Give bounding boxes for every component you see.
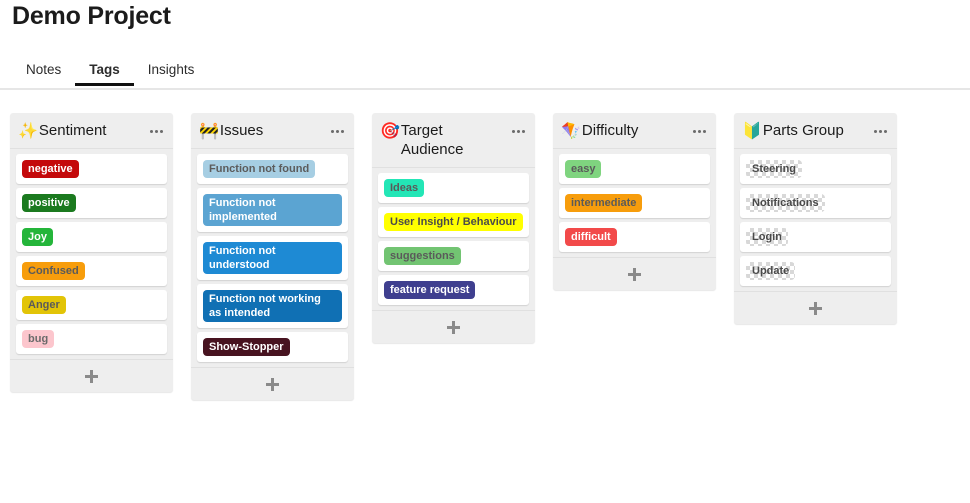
tag-row[interactable]: Function not understood <box>197 236 348 280</box>
tag-row[interactable]: Confused <box>16 256 167 286</box>
tag-row[interactable]: Function not working as intended <box>197 284 348 328</box>
tag-chip: Update <box>746 262 795 280</box>
tag-columns-board: ✨ Sentiment negative positive Joy Confused Ang… <box>10 113 897 400</box>
tag-row[interactable]: Login <box>740 222 891 252</box>
tag-row[interactable]: bug <box>16 324 167 354</box>
dart-target-emoji: 🎯 <box>380 121 400 140</box>
tag-row[interactable]: feature request <box>378 275 529 305</box>
beginner-symbol-emoji: 🔰 <box>742 121 762 140</box>
plus-icon <box>266 377 279 391</box>
column-title: Sentiment <box>38 122 107 139</box>
column-overflow-menu-icon[interactable] <box>147 122 165 140</box>
tab-tags[interactable]: Tags <box>75 58 134 86</box>
column-title: Issues <box>219 122 264 139</box>
tag-row[interactable]: User Insight / Behaviour <box>378 207 529 237</box>
tag-column: 🔰 Parts Group Steering Notifications Login Up… <box>734 113 897 324</box>
tag-chip: Confused <box>22 262 85 280</box>
tag-chip: intermediate <box>565 194 643 212</box>
tag-chip: Steering <box>746 160 802 178</box>
column-tag-list: Ideas User Insight / Behaviour suggestions… <box>372 167 535 310</box>
column-title: Difficulty <box>581 122 639 139</box>
tag-chip: Function not implemented <box>203 194 342 226</box>
column-header: 🔰 Parts Group <box>734 113 897 148</box>
column-overflow-menu-icon[interactable] <box>871 122 889 140</box>
tag-chip: suggestions <box>384 247 461 265</box>
tag-chip: easy <box>565 160 602 178</box>
add-tag-button[interactable] <box>10 359 173 392</box>
tag-chip: Function not working as intended <box>203 290 342 322</box>
sparkles-emoji: ✨ <box>18 121 38 140</box>
tab-bar-divider <box>0 88 970 90</box>
tag-column: 🎯 Target Audience Ideas User Insight / Beha… <box>372 113 535 343</box>
tag-chip: difficult <box>565 228 617 246</box>
tag-row[interactable]: Function not found <box>197 154 348 184</box>
tag-chip: feature request <box>384 281 476 299</box>
tab-list: Notes Tags Insights <box>12 58 208 86</box>
tab-insights[interactable]: Insights <box>134 58 209 86</box>
plus-icon <box>628 267 641 281</box>
tag-row[interactable]: easy <box>559 154 710 184</box>
add-tag-button[interactable] <box>734 291 897 324</box>
plus-icon <box>809 301 822 315</box>
add-tag-button[interactable] <box>191 367 354 400</box>
page-title: Demo Project <box>12 2 171 30</box>
tag-row[interactable]: Notifications <box>740 188 891 218</box>
plus-icon <box>85 369 98 383</box>
tag-column: 🚧 Issues Function not found Function not im… <box>191 113 354 400</box>
tag-chip: Notifications <box>746 194 825 212</box>
tag-chip: positive <box>22 194 76 212</box>
tab-bar: Notes Tags Insights <box>0 58 970 90</box>
tag-column: 🪁 Difficulty easy intermediate difficult <box>553 113 716 290</box>
column-title: Parts Group <box>762 122 844 139</box>
column-tag-list: negative positive Joy Confused Anger bug <box>10 148 173 359</box>
tag-chip: bug <box>22 330 55 348</box>
column-tag-list: Steering Notifications Login Update <box>734 148 897 291</box>
column-header: 🎯 Target Audience <box>372 113 535 167</box>
tag-chip: Joy <box>22 228 53 246</box>
add-tag-button[interactable] <box>553 257 716 290</box>
tag-row[interactable]: intermediate <box>559 188 710 218</box>
column-overflow-menu-icon[interactable] <box>690 122 708 140</box>
column-title: Target Audience <box>400 122 464 158</box>
tag-chip: Anger <box>22 296 66 314</box>
tag-row[interactable]: Steering <box>740 154 891 184</box>
tab-notes[interactable]: Notes <box>12 58 75 86</box>
tag-chip: Function not understood <box>203 242 342 274</box>
column-header: 🪁 Difficulty <box>553 113 716 148</box>
tag-chip: User Insight / Behaviour <box>384 213 523 231</box>
tag-chip: Login <box>746 228 788 246</box>
column-tag-list: easy intermediate difficult <box>553 148 716 257</box>
tag-row[interactable]: Ideas <box>378 173 529 203</box>
tag-row[interactable]: Anger <box>16 290 167 320</box>
tag-chip: negative <box>22 160 79 178</box>
column-overflow-menu-icon[interactable] <box>509 122 527 140</box>
column-header: 🚧 Issues <box>191 113 354 148</box>
tag-chip: Show-Stopper <box>203 338 290 356</box>
tag-row[interactable]: suggestions <box>378 241 529 271</box>
add-tag-button[interactable] <box>372 310 535 343</box>
column-overflow-menu-icon[interactable] <box>328 122 346 140</box>
tag-row[interactable]: negative <box>16 154 167 184</box>
tag-column: ✨ Sentiment negative positive Joy Confused Ang… <box>10 113 173 392</box>
tags-board-page: Demo Project Notes Tags Insights ✨ Sentimen… <box>0 0 970 503</box>
tag-row[interactable]: Update <box>740 256 891 286</box>
column-tag-list: Function not found Function not implement… <box>191 148 354 367</box>
tag-chip: Function not found <box>203 160 316 178</box>
column-header: ✨ Sentiment <box>10 113 173 148</box>
tag-row[interactable]: Function not implemented <box>197 188 348 232</box>
kite-emoji: 🪁 <box>561 121 581 140</box>
tag-row[interactable]: Show-Stopper <box>197 332 348 362</box>
tag-row[interactable]: difficult <box>559 222 710 252</box>
construction-barrier-emoji: 🚧 <box>199 121 219 140</box>
plus-icon <box>447 320 460 334</box>
tag-row[interactable]: positive <box>16 188 167 218</box>
tag-row[interactable]: Joy <box>16 222 167 252</box>
tag-chip: Ideas <box>384 179 425 197</box>
